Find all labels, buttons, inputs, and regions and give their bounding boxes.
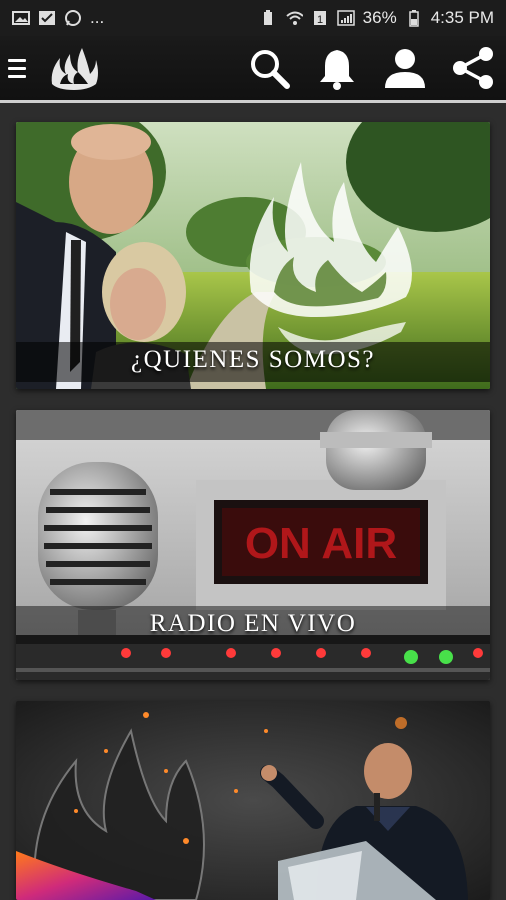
- battery-percent: 36%: [362, 8, 397, 27]
- clock: 4:35 PM: [430, 8, 494, 27]
- check-flag-icon: [38, 10, 56, 26]
- card-quienes-somos[interactable]: ¿QUIENES SOMOS?: [16, 122, 490, 389]
- app-bar: [0, 36, 506, 100]
- battery-saver-icon: [259, 10, 277, 26]
- card-radio-en-vivo[interactable]: ON AIR RADIO EN VIVO: [16, 410, 490, 680]
- preacher-image: [16, 701, 490, 900]
- card-title: ¿QUIENES SOMOS?: [130, 346, 376, 373]
- menu-icon-line: [8, 66, 26, 70]
- card-predicaciones[interactable]: [16, 701, 490, 900]
- search-button[interactable]: [246, 45, 292, 91]
- search-icon: [251, 50, 290, 89]
- status-bar: ... 1 36% 4:35 PM: [0, 0, 506, 36]
- whatsapp-icon: [64, 10, 82, 26]
- bell-icon: [320, 50, 354, 90]
- card-title: RADIO EN VIVO: [149, 610, 357, 637]
- menu-icon-line: [8, 74, 26, 78]
- menu-button[interactable]: [8, 48, 38, 88]
- battery-icon: [405, 10, 423, 27]
- share-icon: [453, 47, 493, 89]
- svg-text:1: 1: [317, 14, 323, 26]
- menu-icon-line: [8, 58, 26, 62]
- sim-icon: 1: [311, 10, 329, 26]
- wifi-icon: [285, 10, 303, 26]
- flame-logo[interactable]: [48, 44, 100, 92]
- user-icon: [385, 49, 425, 88]
- content-area: ¿QUIENES SOMOS? ON AIR RADIO EN VIVO: [0, 103, 506, 900]
- image-icon: [12, 10, 30, 26]
- profile-button[interactable]: [382, 45, 428, 91]
- more-notifications: ...: [90, 8, 105, 27]
- signal-icon: [336, 10, 355, 26]
- notifications-button[interactable]: [314, 45, 360, 91]
- on-air-sign-text: ON AIR: [245, 519, 397, 568]
- share-button[interactable]: [450, 45, 496, 91]
